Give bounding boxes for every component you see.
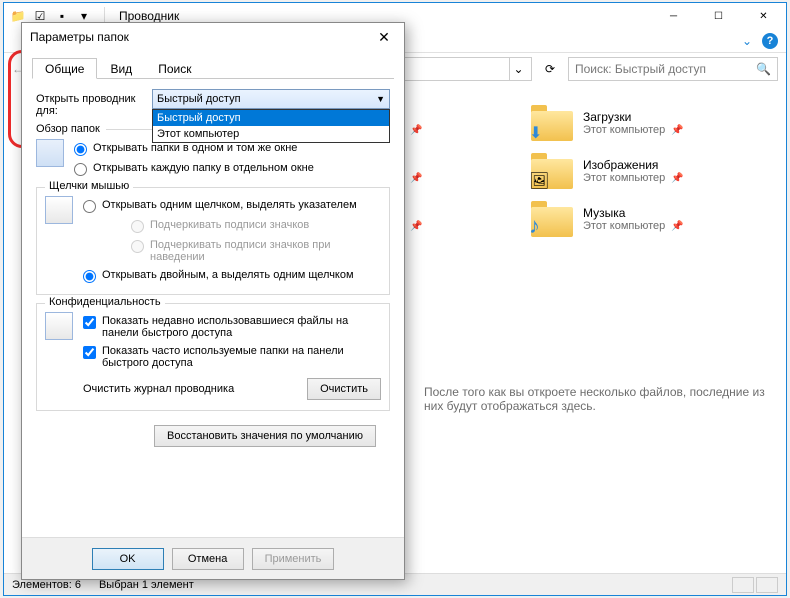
folder-item[interactable]: ⬇ Загрузки Этот компьютер📌	[525, 99, 766, 147]
radio-own-window-label: Открывать каждую папку в отдельном окне	[93, 162, 390, 174]
radio-single-click-label: Открывать одним щелчком, выделять указат…	[102, 199, 381, 211]
window-title: Проводник	[119, 9, 179, 23]
combo-value: Быстрый доступ	[157, 93, 241, 105]
combo-dropdown-list: Быстрый доступ Этот компьютер	[152, 109, 390, 143]
privacy-legend: Конфиденциальность	[45, 296, 165, 308]
radio-single-click[interactable]	[83, 200, 96, 213]
check-frequent-folders[interactable]	[83, 346, 96, 359]
view-details-button[interactable]	[732, 577, 754, 593]
status-selected: Выбран 1 элемент	[99, 579, 194, 591]
folder-item[interactable]: ♪ Музыка Этот компьютер📌	[525, 195, 766, 243]
chevron-down-icon: ▼	[376, 94, 385, 104]
pin-icon: 📌	[410, 125, 422, 136]
combo-option-quickaccess[interactable]: Быстрый доступ	[153, 110, 389, 126]
refresh-icon[interactable]: ⟳	[538, 57, 562, 81]
search-placeholder: Поиск: Быстрый доступ	[575, 62, 706, 76]
pin-icon: 📌	[671, 221, 683, 232]
pin-icon: 📌	[410, 221, 422, 232]
view-large-button[interactable]	[756, 577, 778, 593]
radio-underline-always-label: Подчеркивать подписи значков	[150, 219, 381, 231]
pin-icon: 📌	[410, 173, 422, 184]
open-for-combobox[interactable]: Быстрый доступ ▼	[152, 89, 390, 109]
check-recent-files[interactable]	[83, 316, 96, 329]
dialog-title: Параметры папок	[30, 30, 129, 44]
dialog-tabs: Общие Вид Поиск	[32, 57, 394, 79]
ribbon-expand-icon[interactable]: ⌄	[742, 34, 752, 48]
address-dropdown-icon[interactable]: ⌄	[509, 58, 527, 80]
tab-view[interactable]: Вид	[97, 58, 145, 79]
search-icon: 🔍	[756, 62, 771, 76]
clicks-group: Щелчки мышью Открывать одним щелчком, вы…	[36, 187, 390, 295]
search-input[interactable]: Поиск: Быстрый доступ 🔍	[568, 57, 778, 81]
radio-own-window[interactable]	[74, 163, 87, 176]
dialog-button-bar: OK Отмена Применить	[22, 537, 404, 579]
privacy-group: Конфиденциальность Показать недавно испо…	[36, 303, 390, 411]
check-recent-files-label: Показать недавно использовавшиеся файлы …	[102, 315, 381, 339]
open-for-label: Открыть проводник для:	[36, 89, 146, 117]
image-overlay-icon: 🖼	[529, 171, 549, 191]
dialog-titlebar: Параметры папок ✕	[22, 23, 404, 51]
clear-history-label: Очистить журнал проводника	[83, 383, 307, 395]
clear-button[interactable]: Очистить	[307, 378, 381, 400]
pin-icon: 📌	[671, 125, 683, 136]
radio-double-click-label: Открывать двойным, а выделять одним щелч…	[102, 269, 381, 281]
radio-double-click[interactable]	[83, 270, 96, 283]
pin-icon: 📌	[671, 173, 683, 184]
radio-underline-hover-label: Подчеркивать подписи значков при наведен…	[150, 239, 381, 263]
music-overlay-icon: ♪	[529, 213, 540, 239]
radio-underline-always	[131, 220, 144, 233]
open-explorer-for-row: Открыть проводник для: Быстрый доступ ▼ …	[36, 89, 390, 117]
radio-same-window[interactable]	[74, 143, 87, 156]
restore-defaults-button[interactable]: Восстановить значения по умолчанию	[154, 425, 376, 447]
combo-option-thispc[interactable]: Этот компьютер	[153, 126, 389, 142]
browse-icon	[36, 139, 64, 167]
help-icon[interactable]: ?	[762, 33, 778, 49]
privacy-icon	[45, 312, 73, 340]
folder-name: Музыка	[583, 206, 684, 220]
folder-item[interactable]: 🖼 Изображения Этот компьютер📌	[525, 147, 766, 195]
dialog-body: Открыть проводник для: Быстрый доступ ▼ …	[22, 79, 404, 459]
check-frequent-folders-label: Показать часто используемые папки на пан…	[102, 345, 381, 369]
empty-message: После того как вы откроете несколько фай…	[424, 385, 776, 413]
tab-search[interactable]: Поиск	[145, 58, 204, 79]
clicks-legend: Щелчки мышью	[45, 180, 133, 192]
folder-options-dialog: Параметры папок ✕ Общие Вид Поиск Открыт…	[21, 22, 405, 580]
radio-same-window-label: Открывать папки в одном и том же окне	[93, 142, 390, 154]
folder-name: Изображения	[583, 158, 684, 172]
minimize-button[interactable]: ─	[651, 3, 696, 29]
close-button[interactable]: ✕	[741, 3, 786, 29]
maximize-button[interactable]: ☐	[696, 3, 741, 29]
browse-legend: Обзор папок	[36, 123, 100, 135]
status-items: Элементов: 6	[12, 579, 81, 591]
apply-button[interactable]: Применить	[252, 548, 335, 570]
clicks-icon	[45, 196, 73, 224]
dialog-close-button[interactable]: ✕	[372, 29, 396, 46]
tab-general[interactable]: Общие	[32, 58, 97, 79]
cancel-button[interactable]: Отмена	[172, 548, 244, 570]
radio-underline-hover	[131, 240, 144, 253]
ok-button[interactable]: OK	[92, 548, 164, 570]
folder-name: Загрузки	[583, 110, 684, 124]
download-overlay-icon: ⬇	[529, 123, 542, 143]
